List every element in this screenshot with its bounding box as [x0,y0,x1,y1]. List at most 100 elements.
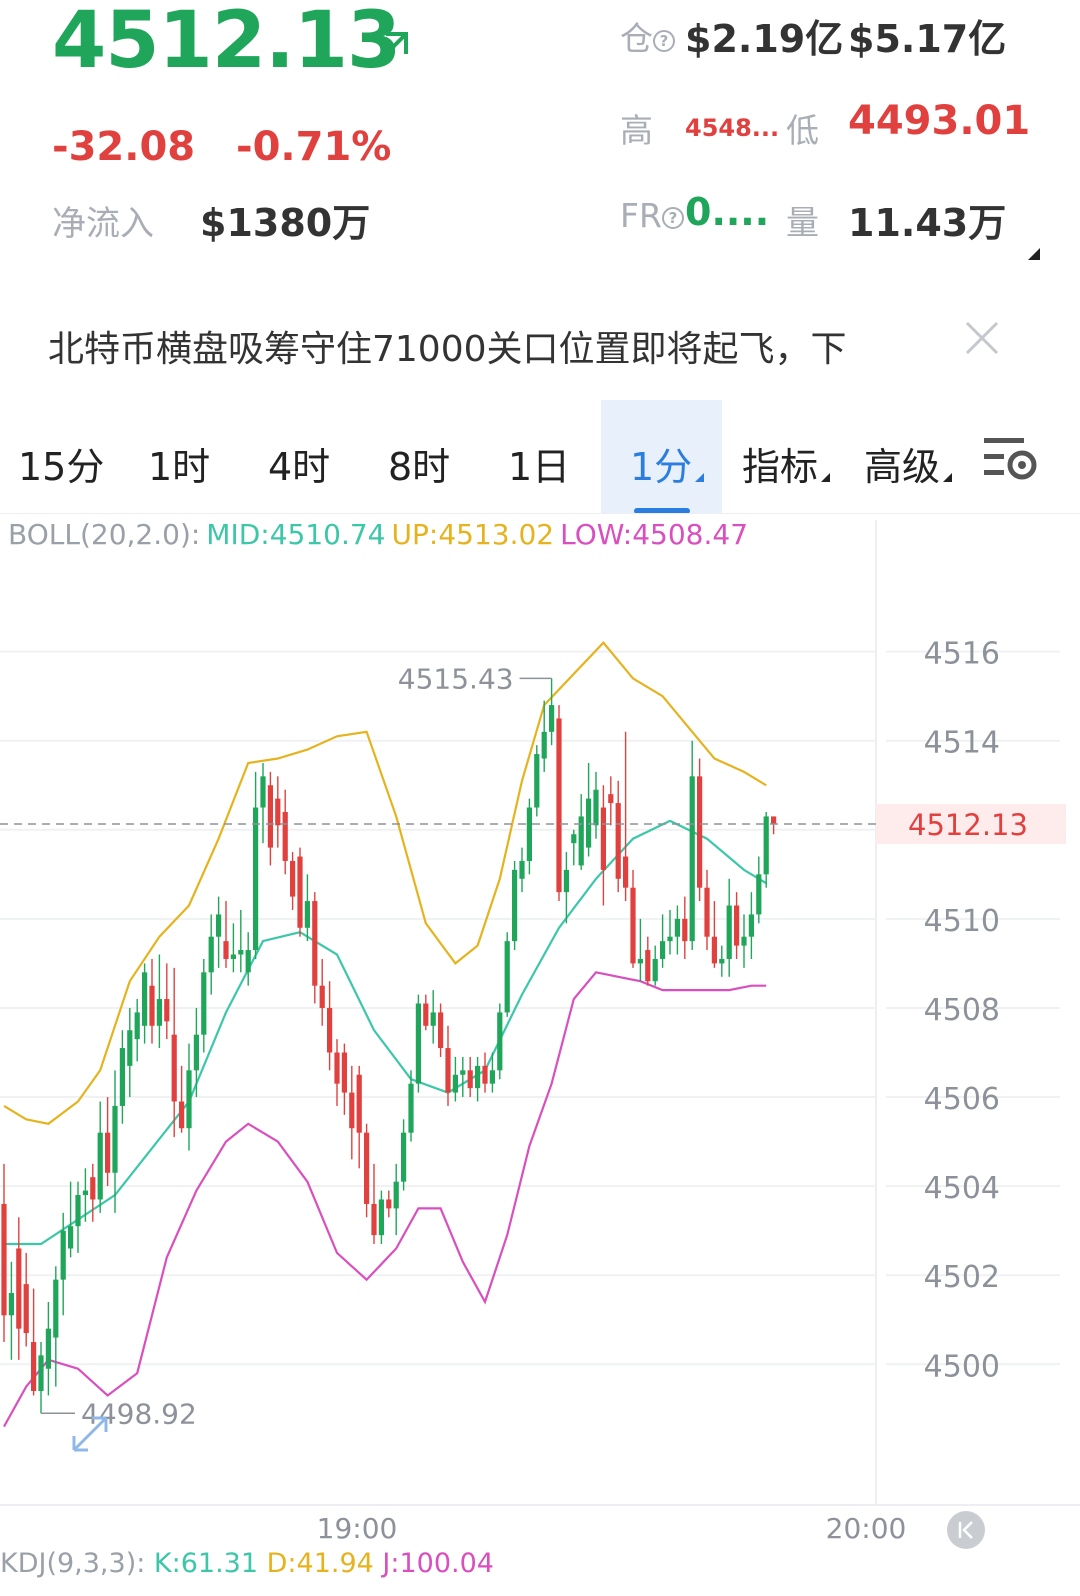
candle-body [460,1070,466,1075]
candle-body [393,1181,399,1209]
candle-body [475,1065,481,1089]
candle-body [179,1101,185,1129]
candle-body [386,1199,392,1209]
candle-body [45,1328,51,1369]
candle-body [290,860,296,897]
candle-body [364,1132,370,1204]
candle-body [8,1293,14,1316]
candle-body [571,834,577,844]
y-tick-label: 4514 [924,726,1000,761]
candlestick-chart[interactable]: 45004502450445064508451045124514451619:0… [0,0,1080,1596]
candle-body [467,1070,473,1089]
x-tick-label: 19:00 [317,1512,398,1545]
candle-body [711,936,717,964]
candle-body [171,1034,177,1102]
y-tick-label: 4504 [924,1171,1000,1206]
boll-mid-line [4,819,767,1246]
candle-body [600,807,606,870]
candle-body [186,1070,192,1129]
candle-body [401,1132,407,1182]
max-price-label: 4515.43 [398,662,514,695]
candle-body [378,1199,384,1236]
candle-body [512,869,518,942]
candle-body [586,798,592,848]
candle-body [430,1012,436,1026]
candle-body [16,1248,22,1329]
candle-body [667,936,673,942]
candle-body [748,914,754,937]
candle-body [726,905,732,959]
candle-body [756,874,762,915]
candle-body [349,1092,355,1129]
y-tick-label: 4500 [924,1349,1000,1384]
candle-body [697,776,703,888]
candle-body [637,958,643,964]
candle-body [23,1284,29,1334]
candle-body [630,887,636,964]
candle-body [267,785,273,848]
candle-body [312,901,318,986]
candle-body [563,869,569,893]
candle-body [682,918,688,942]
y-tick-label: 4506 [924,1082,1000,1117]
candle-body [1,1203,7,1316]
candle-body [541,731,547,759]
candle-body [741,936,747,946]
candle-body [149,985,155,1026]
candle-body [408,1083,414,1133]
candle-body [652,958,658,982]
candle-body [445,1048,451,1093]
candle-body [245,950,251,973]
kdj-prefix: KDJ(9,3,3): [0,1548,146,1579]
candle-body [119,1048,125,1106]
candle-body [216,914,222,937]
candle-body [127,1030,133,1066]
candle-body [593,789,599,826]
candle-body [519,860,525,879]
candle-body [704,887,710,937]
candle-body [134,1012,140,1040]
candle-body [297,856,303,928]
candle-body [60,1230,66,1280]
kdj-d: D:41.94 [266,1548,374,1579]
candle-body [763,816,769,875]
candle-body [482,1065,488,1084]
candle-body [156,999,162,1026]
candle-body [53,1279,59,1338]
candle-body [645,950,651,982]
kdj-k: K:61.31 [153,1548,259,1579]
candle-body [105,1132,111,1173]
candle-body [674,918,680,937]
candle-body [82,1190,88,1196]
candle-body [75,1195,81,1227]
candle-body [771,816,777,825]
candle-body [660,941,666,959]
x-tick-label: 20:00 [826,1512,907,1545]
candle-body [112,1105,118,1173]
candle-body [193,1034,199,1071]
candle-body [142,972,148,1026]
candle-body [526,807,532,861]
candle-body [452,1074,458,1093]
candle-body [208,936,214,973]
candle-body [719,958,725,964]
y-tick-label: 4502 [924,1260,1000,1295]
candle-body [282,811,288,861]
scroll-to-latest-button[interactable] [947,1511,985,1549]
candle-body [38,1355,44,1392]
candle-body [68,1226,74,1249]
candle-body [689,776,695,942]
candle-body [556,718,562,893]
candle-body [230,954,236,959]
boll-lower-band [3,971,767,1428]
candle-body [623,856,629,888]
candle-body [97,1132,103,1200]
candle-body [371,1203,377,1236]
current-price-label: 4512.13 [908,808,1028,842]
candle-body [341,1052,347,1093]
candle-body [253,807,259,951]
candle-body [497,1012,503,1071]
candle-body [164,999,170,1022]
candle-body [549,705,555,732]
candle-body [304,901,310,928]
